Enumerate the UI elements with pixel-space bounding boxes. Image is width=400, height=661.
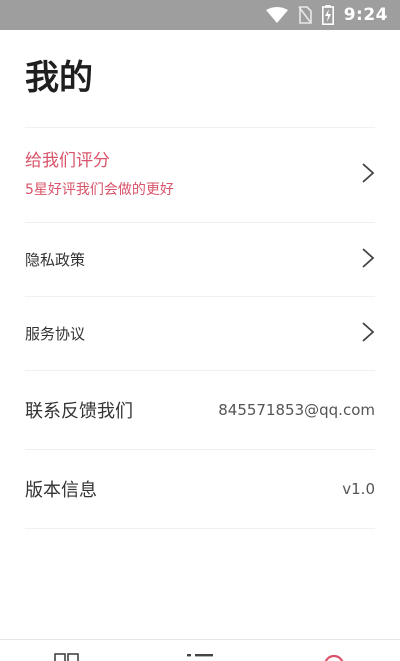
chevron-right-icon (361, 247, 375, 273)
rate-us-title: 给我们评分 (25, 151, 110, 171)
settings-list: 给我们评分 5星好评我们会做的更好 隐私政策 服务协议 联系反馈我们 84557… (25, 127, 375, 529)
terms-of-service-label: 服务协议 (25, 325, 86, 343)
rate-us-text: 给我们评分 5星好评我们会做的更好 (25, 151, 174, 199)
no-sim-icon (298, 6, 312, 24)
battery-charging-icon (321, 5, 334, 25)
version-info-label: 版本信息 (25, 480, 97, 501)
contact-feedback-label: 联系反馈我们 (25, 401, 133, 422)
terms-of-service-item[interactable]: 服务协议 (25, 297, 375, 370)
chevron-right-icon (361, 321, 375, 347)
rate-us-item[interactable]: 给我们评分 5星好评我们会做的更好 (25, 128, 375, 222)
list-icon[interactable] (186, 650, 214, 661)
privacy-policy-label: 隐私政策 (25, 251, 86, 269)
grid-icon[interactable] (54, 650, 80, 661)
chevron-right-icon (361, 162, 375, 188)
contact-email: 845571853@qq.com (218, 401, 375, 419)
privacy-policy-item[interactable]: 隐私政策 (25, 223, 375, 296)
profile-icon[interactable] (321, 650, 347, 661)
status-bar: 9:24 (0, 0, 400, 30)
rate-us-subtitle: 5星好评我们会做的更好 (25, 182, 174, 198)
contact-feedback-item[interactable]: 联系反馈我们 845571853@qq.com (25, 371, 375, 449)
status-time: 9:24 (343, 5, 388, 25)
wifi-icon (265, 7, 288, 23)
version-info-item[interactable]: 版本信息 v1.0 (25, 450, 375, 528)
divider (25, 528, 375, 529)
version-number: v1.0 (342, 480, 375, 498)
screen: 9:24 我的 给我们评分 5星好评我们会做的更好 隐私政策 服务协议 联系反馈… (0, 0, 400, 661)
page-title: 我的 (25, 58, 93, 98)
bottom-nav (0, 639, 400, 661)
